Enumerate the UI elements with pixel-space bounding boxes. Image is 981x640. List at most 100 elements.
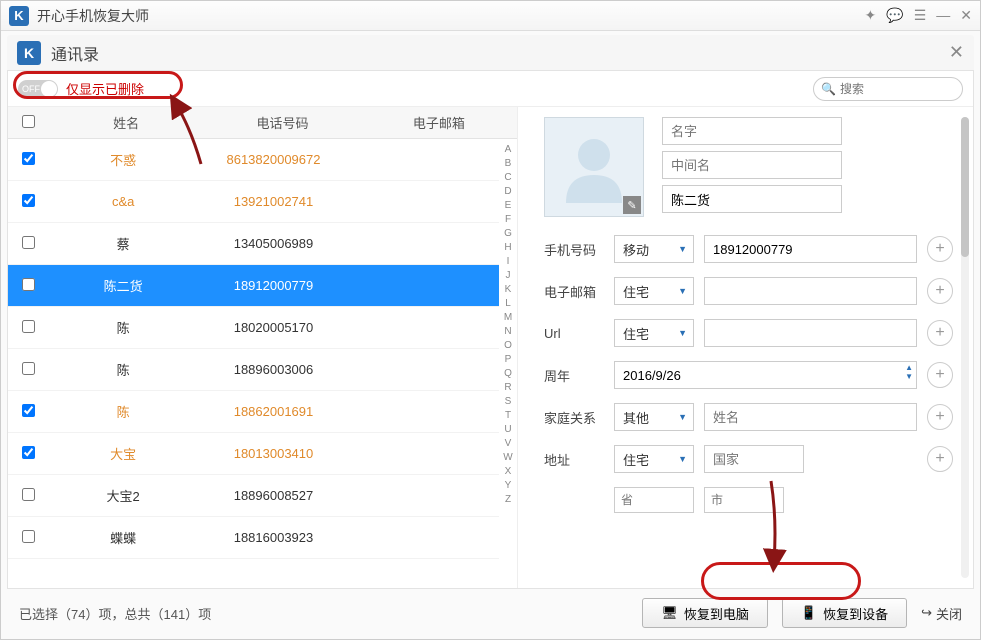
table-row[interactable]: 蔡13405006989: [8, 223, 499, 265]
first-name-field[interactable]: [662, 117, 842, 145]
add-anniversary-button[interactable]: +: [927, 362, 953, 388]
add-address-button[interactable]: +: [927, 446, 953, 472]
family-name-field[interactable]: [704, 403, 917, 431]
subwindow-logo: K: [17, 41, 41, 65]
date-spinner-icon[interactable]: ▲▼: [905, 363, 913, 381]
toggle-switch[interactable]: OFF: [18, 80, 58, 98]
row-checkbox[interactable]: [22, 236, 35, 249]
close-icon[interactable]: ✕: [960, 7, 972, 24]
header-name[interactable]: 姓名: [48, 113, 204, 132]
row-name: 陈: [48, 318, 198, 337]
row-checkbox[interactable]: [22, 404, 35, 417]
alpha-V[interactable]: V: [499, 437, 517, 451]
phone-type-select[interactable]: 移动: [614, 235, 694, 263]
menu-icon[interactable]: ☰: [914, 7, 927, 24]
email-value-field[interactable]: [704, 277, 917, 305]
add-email-button[interactable]: +: [927, 278, 953, 304]
alpha-F[interactable]: F: [499, 213, 517, 227]
row-name: 大宝: [48, 444, 198, 463]
alpha-P[interactable]: P: [499, 353, 517, 367]
alpha-L[interactable]: L: [499, 297, 517, 311]
header-email[interactable]: 电子邮箱: [361, 113, 517, 132]
add-phone-button[interactable]: +: [927, 236, 953, 262]
family-label: 家庭关系: [544, 408, 604, 427]
alpha-X[interactable]: X: [499, 465, 517, 479]
alpha-G[interactable]: G: [499, 227, 517, 241]
avatar-edit-icon[interactable]: ✎: [623, 196, 641, 214]
header-phone[interactable]: 电话号码: [204, 113, 360, 132]
add-family-button[interactable]: +: [927, 404, 953, 430]
table-row[interactable]: 陈二货18912000779: [8, 265, 499, 307]
alpha-K[interactable]: K: [499, 283, 517, 297]
alpha-H[interactable]: H: [499, 241, 517, 255]
alpha-I[interactable]: I: [499, 255, 517, 269]
phone-value-field[interactable]: [704, 235, 917, 263]
total-count: 141: [164, 607, 186, 622]
subwindow-close-icon[interactable]: ✕: [949, 42, 964, 63]
table-row[interactable]: 陈18896003006: [8, 349, 499, 391]
alpha-index[interactable]: ABCDEFGHIJKLMNOPQRSTUVWXYZ: [499, 139, 517, 588]
detail-scrollbar[interactable]: [961, 117, 969, 578]
alpha-N[interactable]: N: [499, 325, 517, 339]
family-type-select[interactable]: 其他: [614, 403, 694, 431]
row-checkbox[interactable]: [22, 194, 35, 207]
alpha-S[interactable]: S: [499, 395, 517, 409]
address-sub-row: [614, 487, 953, 513]
row-name: 陈: [48, 402, 198, 421]
row-phone: 13921002741: [198, 194, 348, 209]
middle-name-field[interactable]: [662, 151, 842, 179]
table-row[interactable]: 陈18020005170: [8, 307, 499, 349]
address-city-field[interactable]: [704, 487, 784, 513]
alpha-O[interactable]: O: [499, 339, 517, 353]
deleted-only-toggle[interactable]: OFF 仅显示已删除: [18, 79, 144, 98]
alpha-Y[interactable]: Y: [499, 479, 517, 493]
anniversary-row: 周年 ▲▼ +: [544, 361, 953, 389]
row-checkbox[interactable]: [22, 278, 35, 291]
alpha-U[interactable]: U: [499, 423, 517, 437]
anniversary-field[interactable]: [614, 361, 917, 389]
restore-to-pc-button[interactable]: 🖥恢复到电脑: [642, 598, 768, 628]
alpha-R[interactable]: R: [499, 381, 517, 395]
row-checkbox[interactable]: [22, 446, 35, 459]
alpha-A[interactable]: A: [499, 143, 517, 157]
restore-to-device-button[interactable]: 📱恢复到设备: [782, 598, 907, 628]
minimize-icon[interactable]: —: [936, 7, 950, 24]
alpha-Z[interactable]: Z: [499, 493, 517, 507]
row-checkbox[interactable]: [22, 530, 35, 543]
alpha-E[interactable]: E: [499, 199, 517, 213]
address-type-select[interactable]: 住宅: [614, 445, 694, 473]
avatar[interactable]: ✎: [544, 117, 644, 217]
row-checkbox[interactable]: [22, 362, 35, 375]
row-phone: 18912000779: [198, 278, 348, 293]
table-row[interactable]: 大宝18013003410: [8, 433, 499, 475]
alpha-B[interactable]: B: [499, 157, 517, 171]
alpha-Q[interactable]: Q: [499, 367, 517, 381]
close-button[interactable]: ↪关闭: [921, 604, 962, 623]
address-country-field[interactable]: [704, 445, 804, 473]
table-row[interactable]: 蝶蝶18816003923: [8, 517, 499, 559]
alpha-W[interactable]: W: [499, 451, 517, 465]
select-all-checkbox[interactable]: [22, 115, 35, 128]
alpha-T[interactable]: T: [499, 409, 517, 423]
url-type-select[interactable]: 住宅: [614, 319, 694, 347]
row-phone: 18020005170: [198, 320, 348, 335]
email-label: 电子邮箱: [544, 282, 604, 301]
address-province-field[interactable]: [614, 487, 694, 513]
row-checkbox[interactable]: [22, 152, 35, 165]
table-row[interactable]: c&a13921002741: [8, 181, 499, 223]
url-value-field[interactable]: [704, 319, 917, 347]
row-checkbox[interactable]: [22, 488, 35, 501]
alpha-C[interactable]: C: [499, 171, 517, 185]
alpha-D[interactable]: D: [499, 185, 517, 199]
chat-icon[interactable]: 💬: [886, 7, 903, 24]
table-row[interactable]: 不惑8613820009672: [8, 139, 499, 181]
table-row[interactable]: 陈18862001691: [8, 391, 499, 433]
table-row[interactable]: 大宝218896008527: [8, 475, 499, 517]
last-name-field[interactable]: [662, 185, 842, 213]
add-url-button[interactable]: +: [927, 320, 953, 346]
email-type-select[interactable]: 住宅: [614, 277, 694, 305]
row-checkbox[interactable]: [22, 320, 35, 333]
alpha-J[interactable]: J: [499, 269, 517, 283]
wechat-icon[interactable]: ✦: [865, 7, 877, 24]
alpha-M[interactable]: M: [499, 311, 517, 325]
